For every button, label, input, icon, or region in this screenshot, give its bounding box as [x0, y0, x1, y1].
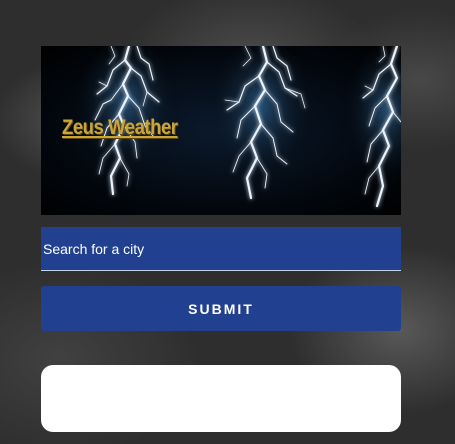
header-banner: Zeus Weather — [41, 46, 401, 215]
submit-button[interactable]: SUBMIT — [41, 286, 401, 331]
weather-results-card — [41, 365, 401, 432]
app-title: Zeus Weather — [62, 116, 178, 139]
city-search-input[interactable] — [41, 227, 401, 271]
